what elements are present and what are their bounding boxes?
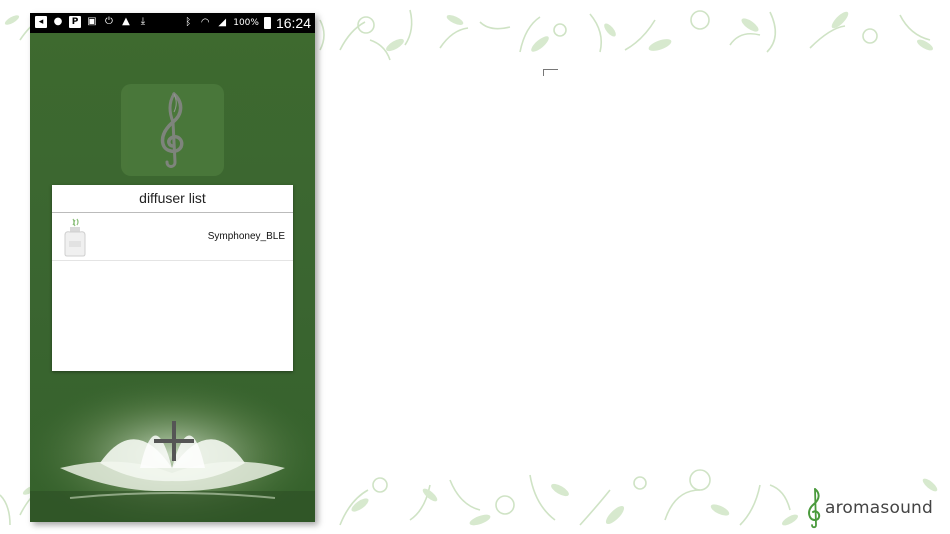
battery-icon	[263, 17, 271, 29]
device-name: Symphoney_BLE	[207, 231, 285, 242]
navigation-icon: ●	[53, 16, 63, 27]
signal-icon: ◢	[218, 17, 227, 28]
image-icon: ▣	[87, 16, 97, 27]
brand-logo: aromasound	[806, 487, 933, 529]
wifi-icon: ◠	[200, 17, 210, 28]
corner-mark	[543, 69, 558, 76]
battery-percent: 100%	[233, 18, 259, 28]
clock: 16:24	[275, 15, 311, 31]
status-icons-right: ᛒ ◠ ◢ 100% 16:24	[182, 15, 311, 31]
device-list-item[interactable]: Symphoney_BLE	[52, 213, 293, 261]
treble-clef-leaf-icon	[160, 92, 184, 168]
phone-screenshot: ◂ ● P ▣ ⏻ ▲ ⤓ ᛒ ◠ ◢ 100% 16:24 diffuser …	[30, 13, 315, 522]
dialog-title: diffuser list	[52, 185, 293, 213]
back-icon: ◂	[35, 16, 47, 28]
status-bar: ◂ ● P ▣ ⏻ ▲ ⤓ ᛒ ◠ ◢ 100% 16:24	[30, 13, 315, 33]
treble-clef-leaf-icon	[808, 488, 821, 529]
diffuser-bottle-icon	[64, 218, 86, 257]
p-icon: P	[69, 16, 81, 28]
download-icon: ⤓	[140, 16, 146, 27]
app-logo	[121, 84, 224, 176]
status-icons-left: ◂ ● P ▣ ⏻ ▲ ⤓	[35, 16, 149, 28]
diffuser-list-dialog: diffuser list Symphoney_BLE	[52, 185, 293, 371]
power-icon: ⏻	[105, 16, 113, 27]
warning-icon: ▲	[122, 16, 130, 27]
add-device-button[interactable]	[152, 419, 196, 463]
bluetooth-icon: ᛒ	[185, 17, 192, 28]
brand-name: aromasound	[825, 498, 934, 518]
